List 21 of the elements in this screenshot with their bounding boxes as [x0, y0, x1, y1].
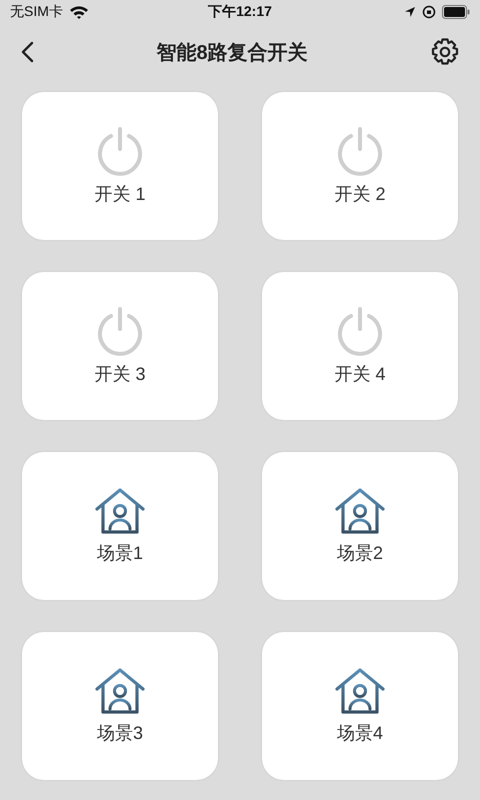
scene-tile[interactable]: 场景1 [22, 452, 218, 600]
location-icon [404, 6, 416, 18]
settings-icon[interactable] [430, 37, 460, 67]
back-icon[interactable] [20, 41, 34, 63]
wifi-icon [68, 5, 89, 19]
house-person-icon [94, 487, 146, 535]
house-person-icon [334, 667, 386, 715]
house-person-icon [334, 487, 386, 535]
switch-tile[interactable]: 开关 1 [22, 92, 218, 240]
scene-tile[interactable]: 场景3 [22, 632, 218, 780]
carrier-label: 无SIM卡 [10, 3, 63, 21]
scene-tile[interactable]: 场景4 [262, 632, 458, 780]
house-person-icon [94, 667, 146, 715]
switch-tile[interactable]: 开关 4 [262, 272, 458, 420]
switch-tile[interactable]: 开关 2 [262, 92, 458, 240]
battery-icon [442, 5, 470, 19]
page-title: 智能8路复合开关 [156, 40, 308, 66]
switch-tile[interactable]: 开关 3 [22, 272, 218, 420]
scene-tile[interactable]: 场景2 [262, 452, 458, 600]
status-time: 下午12:17 [208, 3, 272, 21]
rotation-lock-icon [422, 5, 436, 19]
